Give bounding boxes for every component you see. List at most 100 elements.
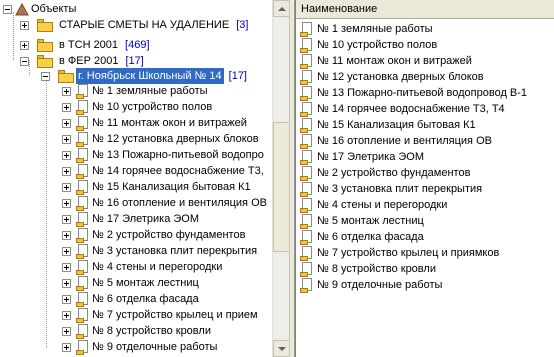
tree-item[interactable]: № 3 установка плит перекрытия (62, 243, 259, 259)
tree-item[interactable]: № 2 устройство фундаментов (62, 227, 247, 243)
list-item[interactable]: № 3 установка плит перекрытия (296, 181, 482, 197)
scroll-up-arrow-icon[interactable] (273, 0, 290, 17)
tree-guide-line (46, 76, 47, 348)
list-item[interactable]: № 10 устройство полов (296, 37, 437, 53)
expand-icon[interactable] (62, 150, 71, 160)
tree-guide-line (13, 12, 14, 60)
list-item[interactable]: № 6 отделка фасада (296, 229, 424, 245)
list-item[interactable]: № 17 Элетрика ЭОМ (296, 149, 424, 165)
tree-item[interactable]: № 8 устройство кровли (62, 323, 213, 339)
expand-icon[interactable] (62, 134, 71, 144)
tree-item-label: № 6 отделка фасада (92, 293, 199, 305)
estimate-doc-icon (300, 149, 314, 165)
list-item[interactable]: № 2 устройство фундаментов (296, 165, 470, 181)
expand-icon[interactable] (62, 262, 71, 272)
estimate-doc-icon (76, 115, 90, 131)
tree-item[interactable]: № 5 монтаж лестниц (62, 275, 201, 291)
object-tree[interactable]: Объекты СТАРЫЕ СМЕТЫ НА УДАЛЕНИЕ [3] в Т… (0, 0, 290, 357)
expand-icon[interactable] (62, 118, 71, 128)
tree-vertical-scrollbar[interactable] (272, 0, 290, 357)
tree-node-group[interactable]: СТАРЫЕ СМЕТЫ НА УДАЛЕНИЕ [3] (20, 17, 248, 33)
list-item[interactable]: № 8 устройство кровли (296, 261, 436, 277)
tree-item-label: № 11 монтаж окон и витражей (92, 117, 247, 129)
list-item[interactable]: № 1 земляные работы (296, 21, 433, 37)
tree-node-object-selected[interactable]: г. Ноябрьск Школьный № 14 [17] (41, 68, 247, 84)
tree-group-count: [17] (125, 55, 144, 67)
column-header-name[interactable]: Наименование (296, 0, 554, 19)
tree-object-label: г. Ноябрьск Школьный № 14 (76, 68, 224, 84)
estimate-doc-icon (76, 179, 90, 195)
list-item[interactable]: № 16 отопление и вентиляция ОВ (296, 133, 492, 149)
collapse-icon[interactable] (3, 4, 12, 14)
expand-icon[interactable] (62, 230, 71, 240)
list-item-label: № 11 монтаж окон и витражей (317, 55, 472, 67)
tree-node-root[interactable]: Объекты (3, 1, 78, 17)
scroll-thumb[interactable] (273, 122, 290, 252)
tree-group-label: СТАРЫЕ СМЕТЫ НА УДАЛЕНИЕ (59, 19, 230, 31)
list-item[interactable]: № 5 монтаж лестниц (296, 213, 424, 229)
list-item[interactable]: № 9 отделочные работы (296, 277, 442, 293)
expand-icon[interactable] (62, 182, 71, 192)
estimate-doc-icon (76, 307, 90, 323)
list-item[interactable]: № 13 Пожарно-питьевой водопровод В-1 (296, 85, 527, 101)
estimate-doc-icon (300, 165, 314, 181)
estimate-doc-icon (76, 339, 90, 355)
list-item[interactable]: № 11 монтаж окон и витражей (296, 53, 472, 69)
estimate-doc-icon (300, 53, 314, 69)
expand-icon[interactable] (62, 166, 71, 176)
list-item[interactable]: № 14 горячее водоснабжение Т3, Т4 (296, 101, 505, 117)
scroll-down-arrow-icon[interactable] (273, 340, 290, 357)
expand-icon[interactable] (20, 40, 29, 50)
tree-item[interactable]: № 9 отделочные работы (62, 339, 219, 355)
tree-node-group[interactable]: в ТСН 2001 [469] (20, 37, 150, 53)
objects-root-icon (15, 2, 29, 16)
tree-item[interactable]: № 15 Канализация бытовая К1 (62, 179, 253, 195)
expand-icon[interactable] (62, 294, 71, 304)
tree-item[interactable]: № 7 устройство крылец и прием (62, 307, 260, 323)
tree-item-label: № 15 Канализация бытовая К1 (92, 181, 251, 193)
estimate-doc-icon (76, 243, 90, 259)
expand-icon[interactable] (62, 198, 71, 208)
list-item[interactable]: № 12 установка дверных блоков (296, 69, 484, 85)
expand-icon[interactable] (62, 342, 71, 352)
collapse-icon[interactable] (20, 56, 29, 66)
estimate-doc-icon (300, 197, 314, 213)
list-item-label: № 7 устройство крылец и приямков (317, 247, 500, 259)
tree-item[interactable]: № 16 отопление и вентиляция ОВ (62, 195, 269, 211)
tree-item-label: № 5 монтаж лестниц (92, 277, 199, 289)
tree-item-label: № 14 горячее водоснабжение Т3, (92, 165, 264, 177)
tree-node-group[interactable]: в ФЕР 2001 [17] (20, 53, 144, 69)
tree-item-label: № 7 устройство крылец и прием (92, 309, 258, 321)
estimate-doc-icon (300, 21, 314, 37)
tree-group-count: [3] (236, 19, 249, 31)
expand-icon[interactable] (62, 310, 71, 320)
tree-item[interactable]: № 11 монтаж окон и витражей (62, 115, 249, 131)
estimate-doc-icon (300, 133, 314, 149)
tree-item[interactable]: № 4 стены и перегородки (62, 259, 224, 275)
expand-icon[interactable] (62, 326, 71, 336)
estimate-list[interactable]: Наименование № 1 земляные работы № 10 ус… (295, 0, 554, 357)
estimate-doc-icon (76, 147, 90, 163)
tree-item[interactable]: № 14 горячее водоснабжение Т3, (62, 163, 266, 179)
expand-icon[interactable] (20, 20, 29, 30)
tree-item-label: № 12 установка дверных блоков (92, 133, 259, 145)
tree-item[interactable]: № 1 земляные работы (62, 83, 210, 99)
estimate-doc-icon (76, 227, 90, 243)
list-item[interactable]: № 7 устройство крылец и приямков (296, 245, 499, 261)
collapse-icon[interactable] (41, 71, 50, 81)
expand-icon[interactable] (62, 278, 71, 288)
estimate-doc-icon (300, 181, 314, 197)
tree-item[interactable]: № 6 отделка фасада (62, 291, 201, 307)
list-item[interactable]: № 4 стены и перегородки (296, 197, 447, 213)
estimate-doc-icon (300, 261, 314, 277)
expand-icon[interactable] (62, 214, 71, 224)
expand-icon[interactable] (62, 86, 71, 96)
tree-item[interactable]: № 12 установка дверных блоков (62, 131, 261, 147)
tree-item[interactable]: № 17 Элетрика ЭОМ (62, 211, 201, 227)
list-item[interactable]: № 15 Канализация бытовая К1 (296, 117, 476, 133)
tree-item[interactable]: № 13 Пожарно-питьевой водопро (62, 147, 266, 163)
tree-item[interactable]: № 10 устройство полов (62, 99, 214, 115)
expand-icon[interactable] (62, 102, 71, 112)
estimate-doc-icon (76, 163, 90, 179)
expand-icon[interactable] (62, 246, 71, 256)
